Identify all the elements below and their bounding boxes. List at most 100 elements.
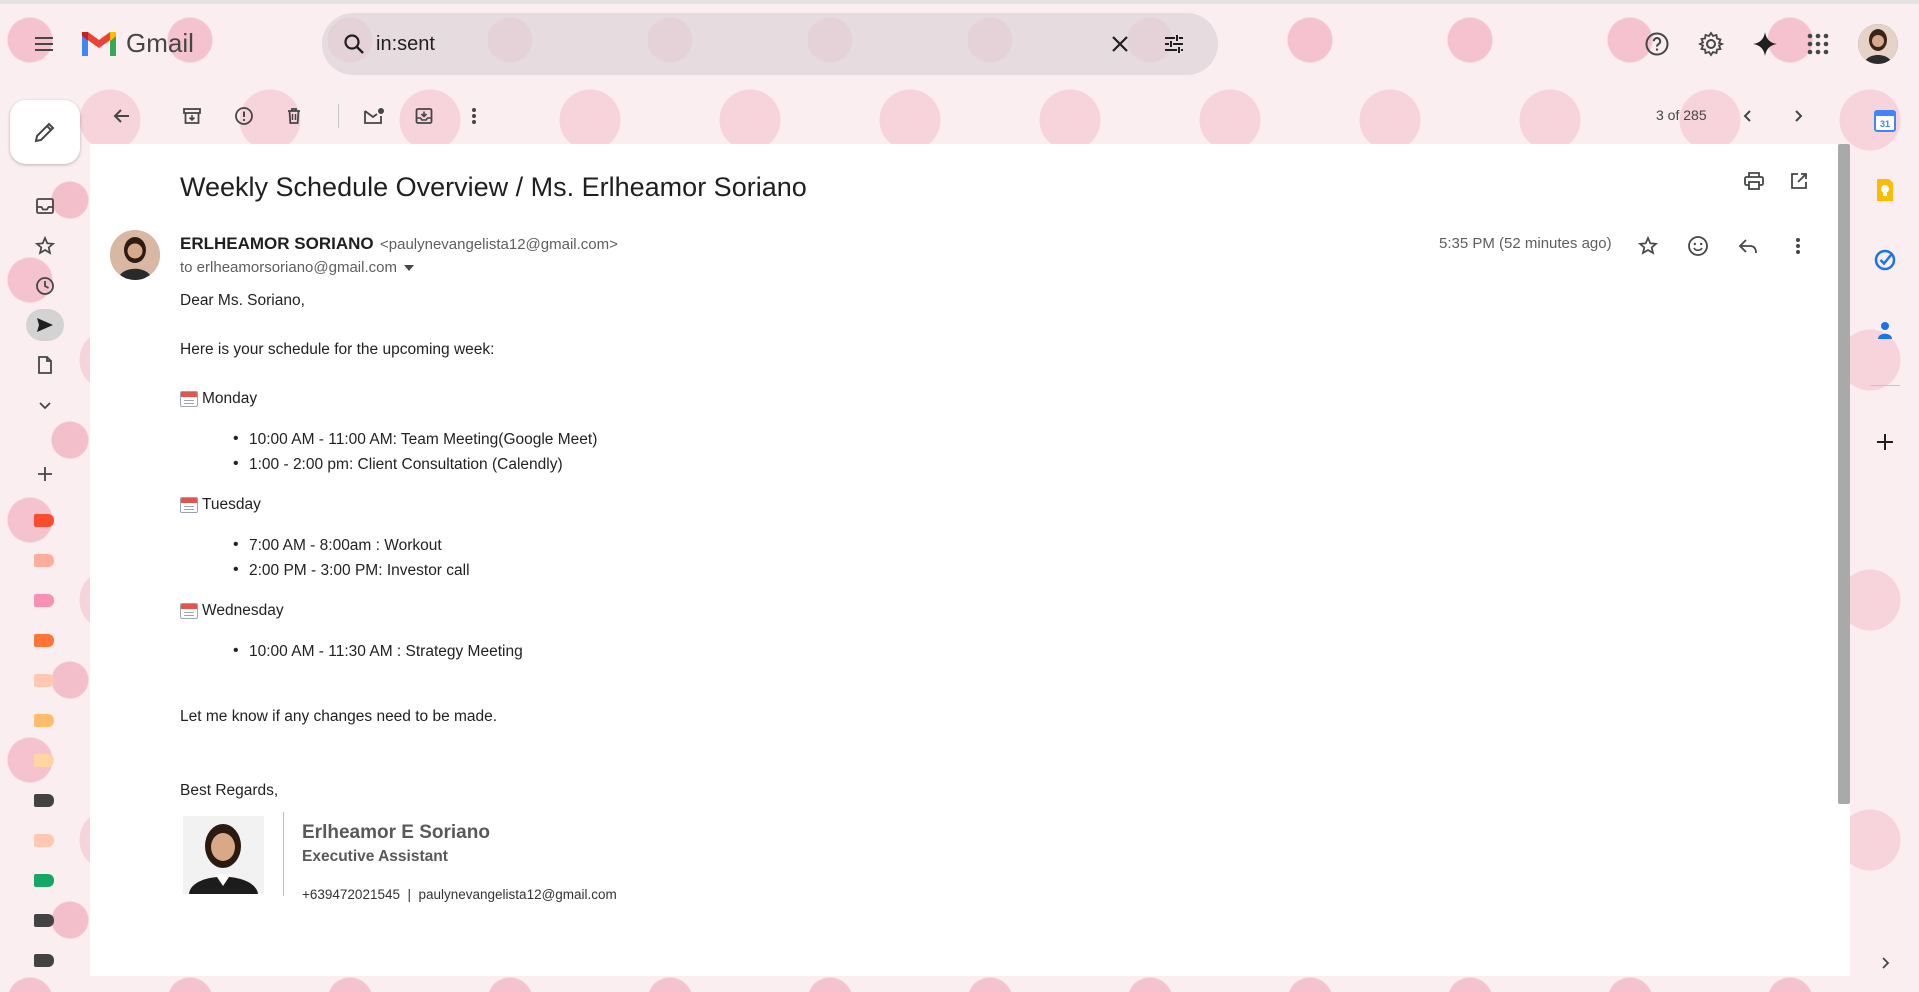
more-actions-button[interactable] xyxy=(456,98,492,134)
label-tag[interactable] xyxy=(34,714,54,727)
star-icon xyxy=(1638,236,1658,255)
label-tag[interactable] xyxy=(34,674,54,687)
more-message-options-button[interactable] xyxy=(1780,228,1816,264)
get-addons-button[interactable] xyxy=(1869,426,1901,458)
gmail-wordmark: Gmail xyxy=(126,28,194,58)
tasks-app-button[interactable] xyxy=(1869,244,1901,276)
mark-unread-button[interactable] xyxy=(356,98,392,134)
day-name: Wednesday xyxy=(202,602,284,619)
hide-side-panel-button[interactable] xyxy=(1872,950,1898,976)
clear-search-button[interactable] xyxy=(1102,26,1138,62)
google-keep-icon xyxy=(1877,179,1893,201)
message-scrollbar[interactable] xyxy=(1838,144,1850,804)
reply-button[interactable] xyxy=(1730,228,1766,264)
starred-nav[interactable] xyxy=(26,230,64,262)
help-icon xyxy=(1645,32,1669,56)
person-photo-icon xyxy=(183,816,264,894)
send-icon xyxy=(37,318,53,332)
create-label-button[interactable] xyxy=(26,458,64,490)
keep-app-button[interactable] xyxy=(1869,174,1901,206)
gemini-button[interactable] xyxy=(1746,25,1784,63)
more-nav[interactable] xyxy=(26,389,64,421)
emoji-icon xyxy=(1688,236,1708,256)
label-tag[interactable] xyxy=(34,874,54,887)
signature-title: Executive Assistant xyxy=(302,848,448,865)
archive-icon xyxy=(183,108,201,124)
inbox-nav[interactable] xyxy=(26,190,64,222)
label-tag[interactable] xyxy=(34,514,54,527)
mark-unread-icon xyxy=(364,108,384,124)
label-tag[interactable] xyxy=(34,754,54,767)
day-heading: Monday xyxy=(180,390,257,408)
schedule-item: 7:00 AM - 8:00am : Workout xyxy=(233,536,442,555)
user-photo-icon xyxy=(1858,24,1898,64)
star-button[interactable] xyxy=(1630,228,1666,264)
drafts-nav[interactable] xyxy=(26,349,64,381)
settings-button[interactable] xyxy=(1692,25,1730,63)
signature-divider xyxy=(283,812,284,896)
sender-name[interactable]: ERLHEAMOR SORIANO xyxy=(180,234,374,254)
search-options-button[interactable] xyxy=(1156,26,1192,62)
back-button[interactable] xyxy=(104,98,140,134)
schedule-item: 2:00 PM - 3:00 PM: Investor call xyxy=(233,561,470,580)
report-icon xyxy=(235,107,253,125)
move-to-button[interactable] xyxy=(406,98,442,134)
signature-contact: +639472021545 | paulynevangelista12@gmai… xyxy=(302,887,617,902)
google-apps-button[interactable] xyxy=(1799,25,1837,63)
snoozed-nav[interactable] xyxy=(26,270,64,302)
message-view: Weekly Schedule Overview / Ms. Erlheamor… xyxy=(90,144,1850,976)
search-bar[interactable]: in:sent xyxy=(322,13,1218,75)
email-signoff: Best Regards, xyxy=(180,782,279,799)
page-count: 3 of 285 xyxy=(1656,107,1707,123)
email-greeting: Dear Ms. Soriano, xyxy=(180,292,305,309)
report-spam-button[interactable] xyxy=(226,98,262,134)
top-border xyxy=(0,0,1919,4)
sender-photo-icon xyxy=(110,230,160,280)
archive-button[interactable] xyxy=(174,98,210,134)
draft-icon xyxy=(38,356,52,374)
compose-button[interactable] xyxy=(10,100,80,164)
arrow-drop-down-icon[interactable] xyxy=(403,263,415,273)
label-tag[interactable] xyxy=(34,954,54,967)
contacts-app-button[interactable] xyxy=(1869,314,1901,346)
more-vert-icon xyxy=(1796,238,1800,254)
label-tag[interactable] xyxy=(34,594,54,607)
label-tag[interactable] xyxy=(34,554,54,567)
sender-avatar[interactable] xyxy=(110,230,160,280)
recipients-line: to erlheamorsoriano@gmail.com xyxy=(180,259,415,276)
email-subject: Weekly Schedule Overview / Ms. Erlheamor… xyxy=(180,172,807,202)
delete-button[interactable] xyxy=(276,98,312,134)
settings-icon xyxy=(1698,31,1724,57)
gmail-logo[interactable]: Gmail xyxy=(80,28,194,59)
main-menu-button[interactable] xyxy=(24,24,64,64)
add-reaction-button[interactable] xyxy=(1680,228,1716,264)
chevron-right-icon xyxy=(1882,957,1890,969)
move-to-inbox-icon xyxy=(415,108,433,124)
newer-button[interactable] xyxy=(1730,98,1766,134)
clock-icon xyxy=(36,277,54,295)
account-avatar[interactable] xyxy=(1858,24,1898,64)
signature-photo xyxy=(183,816,264,894)
schedule-item: 10:00 AM - 11:30 AM : Strategy Meeting xyxy=(233,642,523,661)
label-tag[interactable] xyxy=(34,914,54,927)
sent-nav[interactable] xyxy=(26,309,64,341)
svg-text:31: 31 xyxy=(1880,119,1890,129)
apps-icon xyxy=(1807,33,1829,55)
support-button[interactable] xyxy=(1638,25,1676,63)
calendar-emoji-icon xyxy=(180,497,198,513)
label-tag[interactable] xyxy=(34,634,54,647)
toolbar-divider xyxy=(338,104,339,128)
tune-icon xyxy=(1165,35,1183,53)
chevron-left-icon xyxy=(1743,110,1751,122)
day-name: Monday xyxy=(202,390,258,407)
label-tag[interactable] xyxy=(34,794,54,807)
search-button[interactable] xyxy=(336,26,372,62)
label-tag[interactable] xyxy=(34,834,54,847)
schedule-item: 10:00 AM - 11:00 AM: Team Meeting(Google… xyxy=(233,430,597,449)
email-intro: Here is your schedule for the upcoming w… xyxy=(180,341,495,358)
search-input[interactable]: in:sent xyxy=(376,33,435,56)
older-button[interactable] xyxy=(1780,98,1816,134)
open-new-window-button[interactable] xyxy=(1784,166,1814,196)
print-all-button[interactable] xyxy=(1739,166,1769,196)
calendar-app-button[interactable]: 31 xyxy=(1869,105,1901,137)
